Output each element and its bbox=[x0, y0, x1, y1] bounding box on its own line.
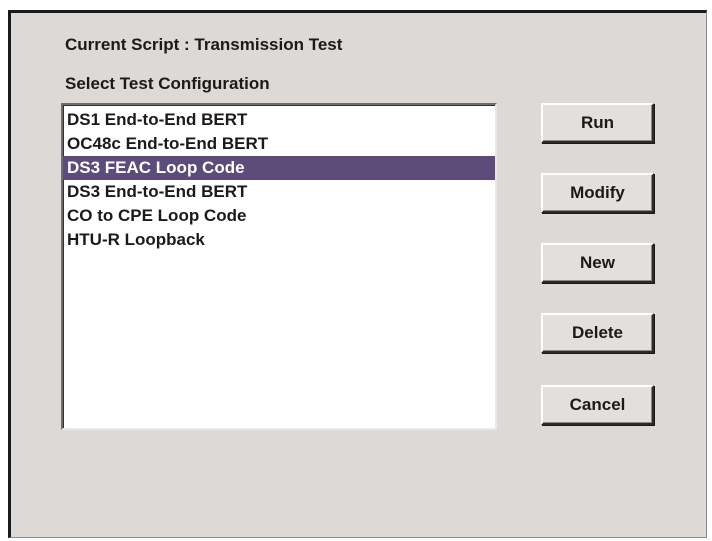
list-label: Select Test Configuration bbox=[65, 74, 270, 93]
test-configuration-listbox[interactable]: DS1 End-to-End BERT OC48c End-to-End BER… bbox=[61, 103, 497, 430]
delete-button[interactable]: Delete bbox=[541, 313, 654, 353]
current-script-title: Current Script : Transmission Test bbox=[65, 35, 343, 54]
modify-button[interactable]: Modify bbox=[541, 173, 654, 213]
dialog-window: Current Script : Transmission Test Selec… bbox=[8, 10, 707, 538]
run-button[interactable]: Run bbox=[541, 103, 654, 143]
list-item[interactable]: DS3 End-to-End BERT bbox=[63, 180, 495, 204]
cancel-button[interactable]: Cancel bbox=[541, 385, 654, 425]
list-item[interactable]: DS3 FEAC Loop Code bbox=[63, 156, 495, 180]
list-item[interactable]: HTU-R Loopback bbox=[63, 228, 495, 252]
list-item[interactable]: CO to CPE Loop Code bbox=[63, 204, 495, 228]
list-item[interactable]: OC48c End-to-End BERT bbox=[63, 132, 495, 156]
new-button[interactable]: New bbox=[541, 243, 654, 283]
list-item[interactable]: DS1 End-to-End BERT bbox=[63, 108, 495, 132]
